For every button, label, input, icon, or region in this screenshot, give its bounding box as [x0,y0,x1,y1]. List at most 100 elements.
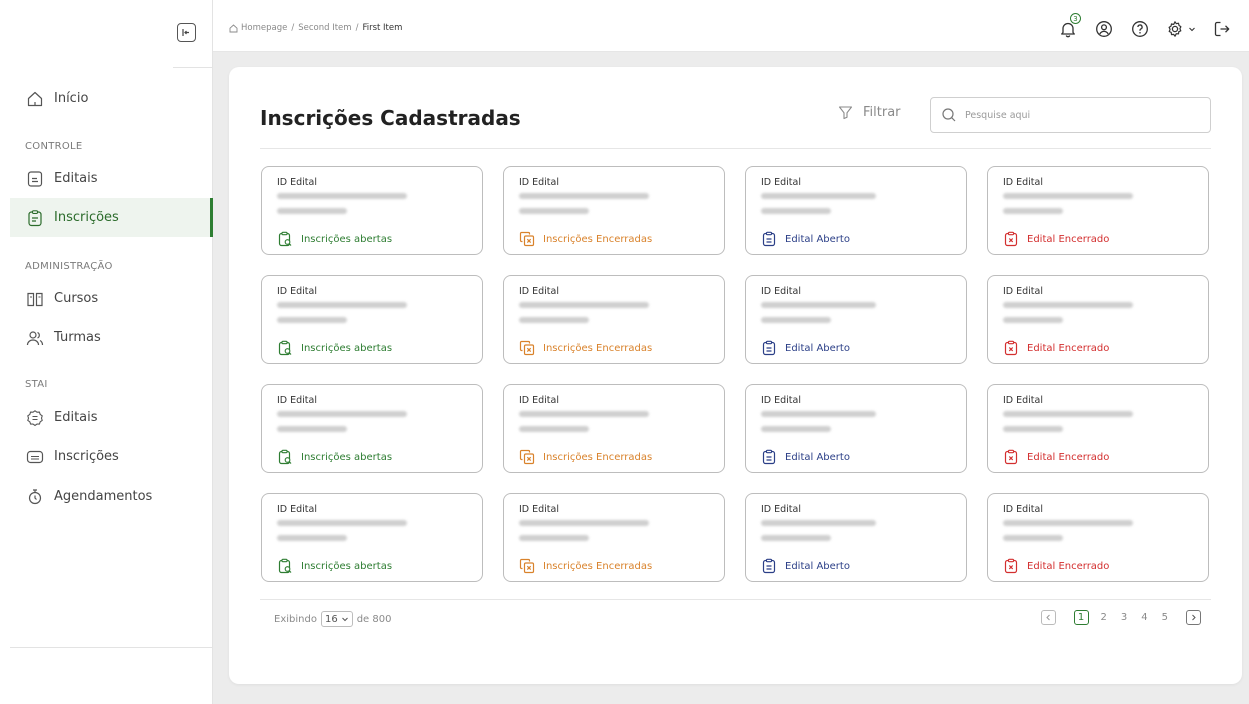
inscription-card[interactable]: ID Edital Inscrições Encerradas [503,493,725,582]
card-id-label: ID Edital [277,395,317,406]
status-label: Edital Aberto [785,560,850,572]
status-edital-aberto: Edital Aberto [761,231,850,247]
inscription-card[interactable]: ID Edital Inscrições abertas [261,493,483,582]
settings-button[interactable] [1165,18,1197,40]
users-icon [26,329,44,347]
notification-count-badge: 3 [1070,13,1081,24]
card-id-label: ID Edital [519,286,559,297]
total-prefix: de [356,613,370,625]
sidebar-item-inscricoes[interactable]: Inscrições [10,198,213,237]
inscription-card[interactable]: ID Edital Edital Encerrado [987,493,1209,582]
collapse-sidebar-button[interactable] [177,23,196,42]
card-redacted-title [277,520,417,550]
sidebar-item-label: Editais [54,171,98,186]
inscription-card[interactable]: ID Edital Inscrições abertas [261,166,483,255]
inscription-card[interactable]: ID Edital Edital Aberto [745,493,967,582]
sidebar-item-cursos[interactable]: Cursos [10,279,213,318]
clipboard-search-icon [277,558,293,574]
sidebar-item-inicio[interactable]: Início [10,79,213,118]
per-page-value: 16 [324,613,338,625]
status-inscricoes-encerradas: Inscrições Encerradas [519,558,652,574]
inscription-card[interactable]: ID Edital Edital Aberto [745,384,967,473]
search-input[interactable] [965,109,1195,121]
inscription-card[interactable]: ID Edital Edital Aberto [745,166,967,255]
sidebar-bottom-divider [10,647,213,648]
sidebar-item-label: Início [54,91,89,106]
inscription-card[interactable]: ID Edital Inscrições Encerradas [503,166,725,255]
inscription-card[interactable]: ID Edital Edital Aberto [745,275,967,364]
home-icon[interactable] [229,23,238,33]
sidebar-item-label: Inscrições [54,449,119,464]
chevron-down-icon [341,617,348,622]
logout-icon [1214,21,1230,37]
status-label: Edital Aberto [785,233,850,245]
breadcrumb-separator: / [355,23,359,33]
sidebar-item-label: Cursos [54,291,99,306]
card-redacted-title [519,302,659,332]
page-4-button[interactable]: 4 [1141,612,1147,623]
footer-divider [260,599,1211,600]
breadcrumb-current: First Item [362,23,403,33]
clipboard-list-icon [761,449,777,465]
collapse-left-icon [182,29,189,36]
card-redacted-title [1003,411,1143,441]
next-page-button[interactable] [1186,610,1201,625]
card-id-label: ID Edital [1003,504,1043,515]
sidebar-divider [173,67,213,68]
page-1-button[interactable]: 1 [1073,610,1089,625]
status-label: Inscrições abertas [301,560,393,572]
status-edital-aberto: Edital Aberto [761,558,850,574]
search-icon [942,108,956,122]
breadcrumb-separator: / [291,23,295,33]
logout-button[interactable] [1211,18,1233,40]
page-5-button[interactable]: 5 [1162,612,1168,623]
card-id-label: ID Edital [519,177,559,188]
sidebar-item-label: Inscrições [54,210,119,225]
card-redacted-title [1003,302,1143,332]
inscription-card[interactable]: ID Edital Edital Encerrado [987,384,1209,473]
notifications-button[interactable]: 3 [1057,13,1081,40]
stopwatch-icon [26,488,44,506]
copy-x-icon [519,449,535,465]
page-2-button[interactable]: 2 [1101,612,1107,623]
prev-page-button[interactable] [1040,610,1056,625]
profile-button[interactable] [1093,18,1115,40]
sidebar-item-turmas[interactable]: Turmas [10,318,213,357]
card-redacted-title [761,520,901,550]
inscription-card[interactable]: ID Edital Edital Encerrado [987,166,1209,255]
card-redacted-title [1003,193,1143,223]
clipboard-list-icon [761,231,777,247]
filter-button[interactable]: Filtrar [838,105,901,120]
copy-x-icon [519,340,535,356]
status-edital-encerrado: Edital Encerrado [1003,449,1109,465]
clipboard-search-icon [277,449,293,465]
status-label: Edital Encerrado [1027,451,1110,463]
status-label: Inscrições Encerradas [543,451,653,463]
breadcrumb-home-link[interactable]: Homepage [241,23,287,33]
status-label: Edital Aberto [785,342,850,354]
sidebar-item-stai-inscricoes[interactable]: Inscrições [10,437,213,476]
sidebar: Início CONTROLE Editais Inscrições ADMIN… [0,0,213,704]
per-page-select[interactable]: 16 [320,611,353,627]
book-open-icon [26,290,44,308]
card-id-label: ID Edital [1003,286,1043,297]
card-redacted-title [761,411,901,441]
search-field[interactable] [930,97,1211,133]
sidebar-item-editais[interactable]: Editais [10,159,213,198]
inscription-card[interactable]: ID Edital Inscrições abertas [261,275,483,364]
status-label: Inscrições abertas [301,233,393,245]
sidebar-item-stai-editais[interactable]: Editais [10,398,213,437]
showing-prefix: Exibindo [274,613,317,625]
card-redacted-title [1003,520,1143,550]
status-inscricoes-abertas: Inscrições abertas [277,449,392,465]
page-3-button[interactable]: 3 [1121,612,1127,623]
breadcrumb-second-link[interactable]: Second Item [298,23,351,33]
status-inscricoes-abertas: Inscrições abertas [277,340,392,356]
inscription-card[interactable]: ID Edital Inscrições Encerradas [503,384,725,473]
card-redacted-title [519,193,659,223]
inscription-card[interactable]: ID Edital Inscrições Encerradas [503,275,725,364]
help-button[interactable] [1129,18,1151,40]
inscription-card[interactable]: ID Edital Edital Encerrado [987,275,1209,364]
inscription-card[interactable]: ID Edital Inscrições abertas [261,384,483,473]
sidebar-item-agendamentos[interactable]: Agendamentos [10,477,213,516]
